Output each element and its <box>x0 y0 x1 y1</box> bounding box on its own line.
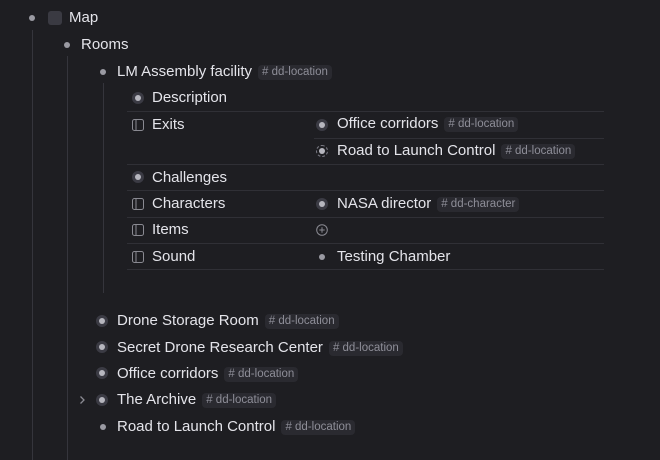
character-label[interactable]: NASA director <box>337 195 431 213</box>
location-tag[interactable]: # dd-location <box>258 64 332 80</box>
panel-icon <box>132 224 144 236</box>
guide-line-rooms <box>67 56 68 460</box>
guide-line-lm <box>103 83 104 293</box>
divider <box>127 217 604 218</box>
panel-icon <box>132 198 144 210</box>
bullet-icon[interactable] <box>96 394 108 406</box>
property-sound[interactable]: Sound <box>152 248 195 266</box>
bullet-icon[interactable] <box>96 341 108 353</box>
location-tag[interactable]: # dd-location <box>224 366 299 382</box>
exit-label[interactable]: Office corridors <box>337 115 438 133</box>
location-tag[interactable]: # dd-location <box>501 143 576 159</box>
panel-icon <box>132 251 144 263</box>
node-label[interactable]: The Archive <box>117 391 196 409</box>
map-title[interactable]: Map <box>69 9 98 27</box>
exit-value-1[interactable]: Office corridors # dd-location <box>337 115 519 133</box>
list-item[interactable]: Secret Drone Research Center # dd-locati… <box>117 339 403 357</box>
checkbox[interactable] <box>48 11 62 25</box>
character-tag[interactable]: # dd-character <box>437 196 520 212</box>
location-tag[interactable]: # dd-location <box>328 340 403 356</box>
exit-value-2[interactable]: Road to Launch Control # dd-location <box>337 142 576 160</box>
bullet-icon[interactable] <box>96 315 108 327</box>
divider <box>127 269 604 270</box>
plus-circle-icon[interactable] <box>316 224 328 236</box>
properties-panel: Description Exits Office corridors # dd-… <box>127 85 604 270</box>
divider <box>127 111 604 112</box>
bullet-dot[interactable] <box>64 42 70 48</box>
divider <box>127 243 604 244</box>
list-item[interactable]: Office corridors # dd-location <box>117 365 299 383</box>
property-items[interactable]: Items <box>152 221 189 239</box>
bullet-icon <box>132 92 144 104</box>
bullet-dot[interactable] <box>100 424 106 430</box>
bullet-icon <box>316 119 328 131</box>
node-label[interactable]: Drone Storage Room <box>117 312 259 330</box>
list-item[interactable]: The Archive # dd-location <box>117 391 277 409</box>
bullet-icon <box>132 171 144 183</box>
guide-line-root <box>32 30 33 460</box>
bullet-icon[interactable] <box>96 367 108 379</box>
bullet-dot[interactable] <box>29 15 35 21</box>
list-item[interactable]: Drone Storage Room # dd-location <box>117 312 339 330</box>
divider <box>127 164 604 165</box>
lm-assembly-node[interactable]: LM Assembly facility # dd-location <box>117 63 332 81</box>
divider <box>127 190 604 191</box>
bullet-dot <box>319 254 325 260</box>
divider <box>314 138 604 139</box>
rooms-label[interactable]: Rooms <box>81 36 129 54</box>
node-label[interactable]: Secret Drone Research Center <box>117 339 323 357</box>
location-tag[interactable]: # dd-location <box>444 116 519 132</box>
property-description[interactable]: Description <box>152 89 227 107</box>
exit-label[interactable]: Road to Launch Control <box>337 142 495 160</box>
panel-icon <box>132 119 144 131</box>
sound-value[interactable]: Testing Chamber <box>337 248 450 266</box>
character-value[interactable]: NASA director # dd-character <box>337 195 520 213</box>
bullet-icon <box>316 198 328 210</box>
bullet-icon <box>316 145 328 157</box>
location-tag[interactable]: # dd-location <box>264 313 339 329</box>
chevron-right-icon[interactable] <box>76 394 88 406</box>
node-label[interactable]: LM Assembly facility <box>117 63 252 81</box>
list-item[interactable]: Road to Launch Control # dd-location <box>117 418 356 436</box>
property-characters[interactable]: Characters <box>152 195 225 213</box>
location-tag[interactable]: # dd-location <box>202 392 277 408</box>
property-challenges[interactable]: Challenges <box>152 169 227 187</box>
bullet-dot[interactable] <box>100 69 106 75</box>
property-exits[interactable]: Exits <box>152 116 185 134</box>
location-tag[interactable]: # dd-location <box>281 419 356 435</box>
node-label[interactable]: Road to Launch Control <box>117 418 275 436</box>
node-label[interactable]: Office corridors <box>117 365 218 383</box>
